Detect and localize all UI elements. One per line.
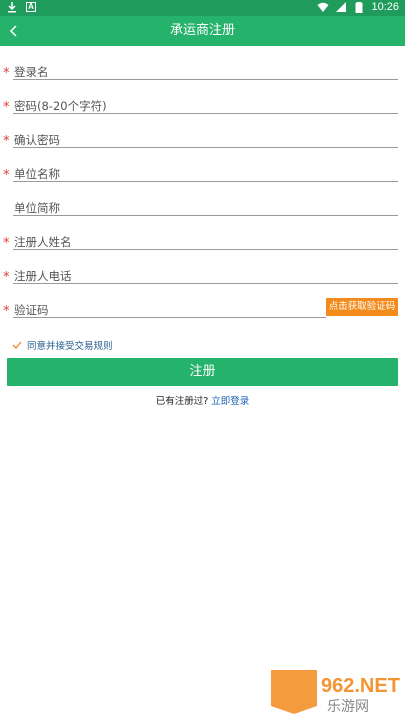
company-name-input[interactable] [14, 166, 398, 182]
login-prompt-line: 已有注册过? 立即登录 [0, 393, 405, 407]
screen: A 10:26 承运商注册 * 登录名 * * * 单位名称 单位简称 * 注册… [0, 0, 405, 720]
download-icon [8, 2, 16, 13]
field-underline [13, 215, 398, 216]
verification-code-input[interactable] [14, 302, 324, 318]
company-short-name-field [3, 194, 398, 228]
field-underline [13, 283, 398, 284]
required-mark: * [3, 168, 10, 183]
register-form: * * * * * * [0, 58, 405, 330]
company-short-name-input[interactable] [14, 200, 398, 216]
required-mark: * [3, 66, 10, 81]
watermark-sub: 乐游网 [327, 699, 369, 715]
watermark-brand: 962.NET [321, 675, 400, 697]
page-title: 承运商注册 [169, 23, 235, 38]
status-bar: A 10:26 [0, 0, 405, 16]
field-underline [13, 147, 398, 148]
login-link[interactable]: 立即登录 [211, 396, 249, 407]
registrant-phone-field: * [3, 262, 398, 296]
app-header: 承运商注册 [0, 16, 405, 46]
registrant-phone-input[interactable] [14, 268, 398, 284]
login-prompt: 已有注册过? [155, 396, 209, 407]
agree-terms-label[interactable]: 同意并接受交易规则 [27, 338, 113, 352]
password-input[interactable] [14, 98, 398, 114]
confirm-password-input[interactable] [14, 132, 398, 148]
watermark-logo: 962.NET 乐游网 [271, 670, 400, 715]
register-button[interactable]: 注册 [7, 358, 398, 386]
company-name-field: * [3, 160, 398, 194]
battery-icon [355, 2, 363, 13]
field-underline [13, 249, 398, 250]
get-code-button[interactable]: 点击获取验证码 [326, 298, 398, 316]
login-name-field: * [3, 58, 398, 92]
field-underline [13, 79, 398, 80]
password-field: * [3, 92, 398, 126]
required-mark: * [3, 134, 10, 149]
signal-icon [336, 2, 347, 12]
login-name-input[interactable] [14, 64, 398, 80]
registrant-name-field: * [3, 228, 398, 262]
confirm-password-field: * [3, 126, 398, 160]
required-mark: * [3, 100, 10, 115]
field-underline [13, 181, 398, 182]
required-mark: * [3, 236, 10, 251]
agree-terms-checkbox[interactable]: 同意并接受交易规则 [11, 338, 113, 352]
field-underline [13, 317, 326, 318]
wifi-icon [317, 2, 329, 12]
clock: 10:26 [371, 1, 399, 13]
field-underline [13, 113, 398, 114]
required-mark: * [3, 304, 10, 319]
required-mark: * [3, 270, 10, 285]
verification-code-field: * 点击获取验证码 [3, 296, 398, 330]
checkmark-icon [12, 341, 22, 349]
notification-a-icon: A [26, 2, 36, 12]
registrant-name-input[interactable] [14, 234, 398, 250]
